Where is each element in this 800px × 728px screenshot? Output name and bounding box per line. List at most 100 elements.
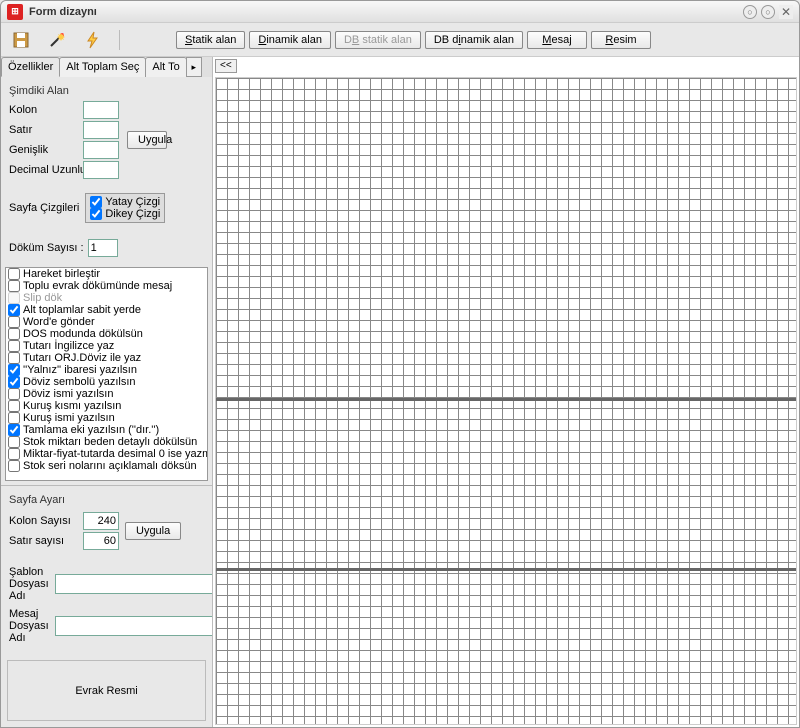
page-lines-label: Sayfa Çizgileri [9,202,79,214]
tab-properties[interactable]: Özellikler [1,57,60,77]
close-button[interactable]: ✕ [779,5,793,19]
option-label: Toplu evrak dökümünde mesaj [23,280,172,292]
tab-subtotal-more[interactable]: Alt To [145,57,186,77]
tab-subtotal-select[interactable]: Alt Toplam Seç [59,57,146,77]
option-label: Kuruş ismi yazılsın [23,412,115,424]
decimal-input[interactable] [83,161,119,179]
list-item[interactable]: Alt toplamlar sabit yerde [6,304,207,316]
option-checkbox[interactable] [8,460,20,472]
option-checkbox[interactable] [8,364,20,376]
template-file-input[interactable] [55,574,213,594]
list-item[interactable]: ''Yalnız'' ibaresi yazılsın [6,364,207,376]
option-label: Tamlama eki yazılsın (''dır.'') [23,424,159,436]
save-icon[interactable] [11,30,31,50]
window-title: Form dizaynı [29,6,743,18]
option-checkbox[interactable] [8,424,20,436]
option-checkbox[interactable] [8,268,20,280]
page-setup-label: Sayfa Ayarı [9,494,204,506]
list-item[interactable]: Tutarı İngilizce yaz [6,340,207,352]
db-dynamic-area-button[interactable]: DB dinamik alan [425,31,523,49]
apply-field-button[interactable]: Uygula [127,131,167,149]
list-item[interactable]: Hareket birleştir [6,268,207,280]
minimize-button[interactable]: ○ [743,5,757,19]
option-label: Tutarı ORJ.Döviz ile yaz [23,352,141,364]
genislik-input[interactable] [83,141,119,159]
grid-divider-1[interactable] [216,398,797,401]
option-label: Miktar-fiyat-tutarda desimal 0 ise yazma [23,448,208,460]
option-checkbox[interactable] [8,388,20,400]
satir-input[interactable] [83,121,119,139]
apply-page-button[interactable]: Uygula [125,522,181,540]
option-checkbox[interactable] [8,340,20,352]
collapse-button[interactable]: << [215,59,237,73]
tab-bar: Özellikler Alt Toplam Seç Alt To ▸ [1,57,212,77]
db-static-area-button[interactable]: DB statik alan [335,31,421,49]
lightning-icon[interactable] [83,30,103,50]
option-label: Tutarı İngilizce yaz [23,340,114,352]
option-checkbox[interactable] [8,328,20,340]
kolon-label: Kolon [9,104,69,116]
option-checkbox[interactable] [8,448,20,460]
dump-count-panel: Döküm Sayısı : [1,235,212,261]
kolon-input[interactable] [83,101,119,119]
list-item[interactable]: Stok miktarı beden detaylı dökülsün [6,436,207,448]
option-label: DOS modunda dökülsün [23,328,143,340]
list-item[interactable]: Stok seri nolarını açıklamalı döksün [6,460,207,472]
current-field-panel: Şimdiki Alan Kolon Satır Uygula Genişlik… [1,77,212,183]
wand-icon[interactable] [47,30,67,50]
dynamic-area-button[interactable]: Dinamik alan [249,31,331,49]
dump-count-input[interactable] [88,239,118,257]
option-label: Hareket birleştir [23,268,100,280]
option-checkbox[interactable] [8,436,20,448]
list-item[interactable]: Toplu evrak dökümünde mesaj [6,280,207,292]
kolon-count-input[interactable] [83,512,119,530]
content: Özellikler Alt Toplam Seç Alt To ▸ Şimdi… [1,57,799,727]
grid-scroll-container[interactable] [215,77,797,725]
message-file-label: Mesaj Dosyası Adı [9,608,49,644]
evrak-image-box[interactable]: Evrak Resmi [7,660,206,721]
vertical-line-checkbox[interactable] [90,208,102,220]
list-item[interactable]: DOS modunda dökülsün [6,328,207,340]
satir-count-input[interactable] [83,532,119,550]
satir-count-label: Satır sayısı [9,535,79,547]
option-checkbox[interactable] [8,304,20,316]
sidebar: Özellikler Alt Toplam Seç Alt To ▸ Şimdi… [1,57,213,727]
dump-count-label: Döküm Sayısı : [9,242,84,254]
list-item[interactable]: Tutarı ORJ.Döviz ile yaz [6,352,207,364]
grid-divider-2[interactable] [216,568,797,571]
tab-scroll-right[interactable]: ▸ [186,57,202,77]
option-label: Döviz sembolü yazılsın [23,376,136,388]
message-button[interactable]: Mesaj [527,31,587,49]
list-item[interactable]: Döviz ismi yazılsın [6,388,207,400]
option-checkbox[interactable] [8,400,20,412]
list-item[interactable]: Tamlama eki yazılsın (''dır.'') [6,424,207,436]
option-checkbox[interactable] [8,316,20,328]
option-checkbox[interactable] [8,376,20,388]
list-item[interactable]: Word'e gönder [6,316,207,328]
option-checkbox[interactable] [8,412,20,424]
window-controls: ○ ○ ✕ [743,5,793,19]
design-grid[interactable] [216,78,797,725]
option-label: Word'e gönder [23,316,95,328]
picture-button[interactable]: Resim [591,31,651,49]
option-label: Kuruş kısmı yazılsın [23,400,121,412]
option-label: Döviz ismi yazılsın [23,388,113,400]
page-lines-panel: Sayfa Çizgileri Yatay Çizgi Dikey Çizgi [1,189,212,227]
list-item[interactable]: Döviz sembolü yazılsın [6,376,207,388]
option-checkbox[interactable] [8,280,20,292]
list-item[interactable]: Miktar-fiyat-tutarda desimal 0 ise yazma [6,448,207,460]
option-checkbox[interactable] [8,352,20,364]
horizontal-line-checkbox[interactable] [90,196,102,208]
static-area-button[interactable]: Statik alan [176,31,245,49]
list-item[interactable]: Slip dök [6,292,207,304]
file-panel: Şablon Dosyası Adı Mesaj Dosyası Adı [1,556,212,654]
option-checkbox [8,292,20,304]
list-item[interactable]: Kuruş ismi yazılsın [6,412,207,424]
maximize-button[interactable]: ○ [761,5,775,19]
options-list[interactable]: Hareket birleştirToplu evrak dökümünde m… [5,267,208,481]
option-label: ''Yalnız'' ibaresi yazılsın [23,364,137,376]
toolbar: Statik alan Dinamik alan DB statik alan … [1,23,799,57]
option-label: Slip dök [23,292,62,304]
list-item[interactable]: Kuruş kısmı yazılsın [6,400,207,412]
message-file-input[interactable] [55,616,213,636]
